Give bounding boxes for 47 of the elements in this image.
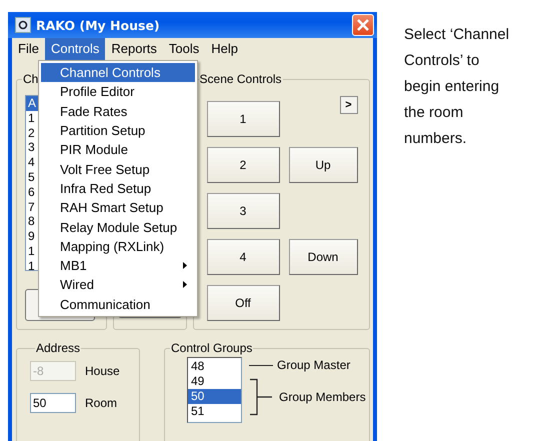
menu-item[interactable]: Tools [162,38,206,60]
scene-button[interactable]: Up [288,147,358,183]
menu-item[interactable]: Volt Free Setup [41,159,195,179]
menu-item[interactable]: Controls [44,38,106,60]
list-item[interactable]: 50 [188,389,241,404]
menu-item[interactable]: RAH Smart Setup [41,198,195,218]
more-button[interactable]: > [340,96,358,114]
menu-item[interactable]: Channel Controls [41,63,195,82]
scene-button[interactable]: 4 [206,239,280,275]
menu-item[interactable]: Wired [41,275,195,295]
text-field[interactable]: 50 [30,393,76,413]
close-button[interactable] [352,14,374,36]
menu-item[interactable]: Relay Module Setup [41,217,195,237]
bracket-drawing [249,378,273,416]
scene-button[interactable]: 3 [206,193,280,229]
menu-item[interactable]: PIR Module [41,140,195,160]
field-label: House [85,364,120,378]
window-title: RAKO (My House) [36,18,161,32]
group-list[interactable]: 48 49 50 51 [187,357,242,423]
menu-item[interactable]: Fade Rates [41,102,195,121]
scene-button[interactable]: 1 [206,101,280,137]
scene-button[interactable]: Off [206,285,280,321]
menu-item[interactable]: Reports [105,38,163,60]
group-title: Address [35,341,82,355]
menu-item[interactable]: Communication [41,294,195,314]
group-title: Scene Controls [198,72,283,86]
menu-item[interactable]: File [12,38,45,60]
list-item[interactable]: 48 [188,359,241,374]
menu-item[interactable]: Help [205,38,244,60]
list-item[interactable]: 51 [188,404,241,419]
scene-button[interactable]: 2 [206,147,280,183]
close-icon [356,18,370,32]
menu-item[interactable]: Profile Editor [41,82,195,102]
instruction-text: Select ‘Channel Controls’ to begin entering the room numbers. [404,25,510,149]
list-item[interactable]: 49 [188,374,241,389]
menu-item[interactable]: Infra Red Setup [41,178,195,198]
scene-button[interactable]: Down [288,239,358,275]
menu-item[interactable]: MB1 [41,256,195,276]
field-label: Room [85,396,118,410]
leader-line [249,364,273,366]
group-title: Ch [22,72,40,86]
menu-item[interactable]: Partition Setup [41,120,195,140]
menu-item[interactable]: Mapping (RXLink) [41,236,195,256]
group-title: Control Groups [170,341,254,355]
annotation-label: Group Master [277,358,350,372]
app-icon [15,17,31,33]
annotation-label: Group Members [279,390,366,404]
